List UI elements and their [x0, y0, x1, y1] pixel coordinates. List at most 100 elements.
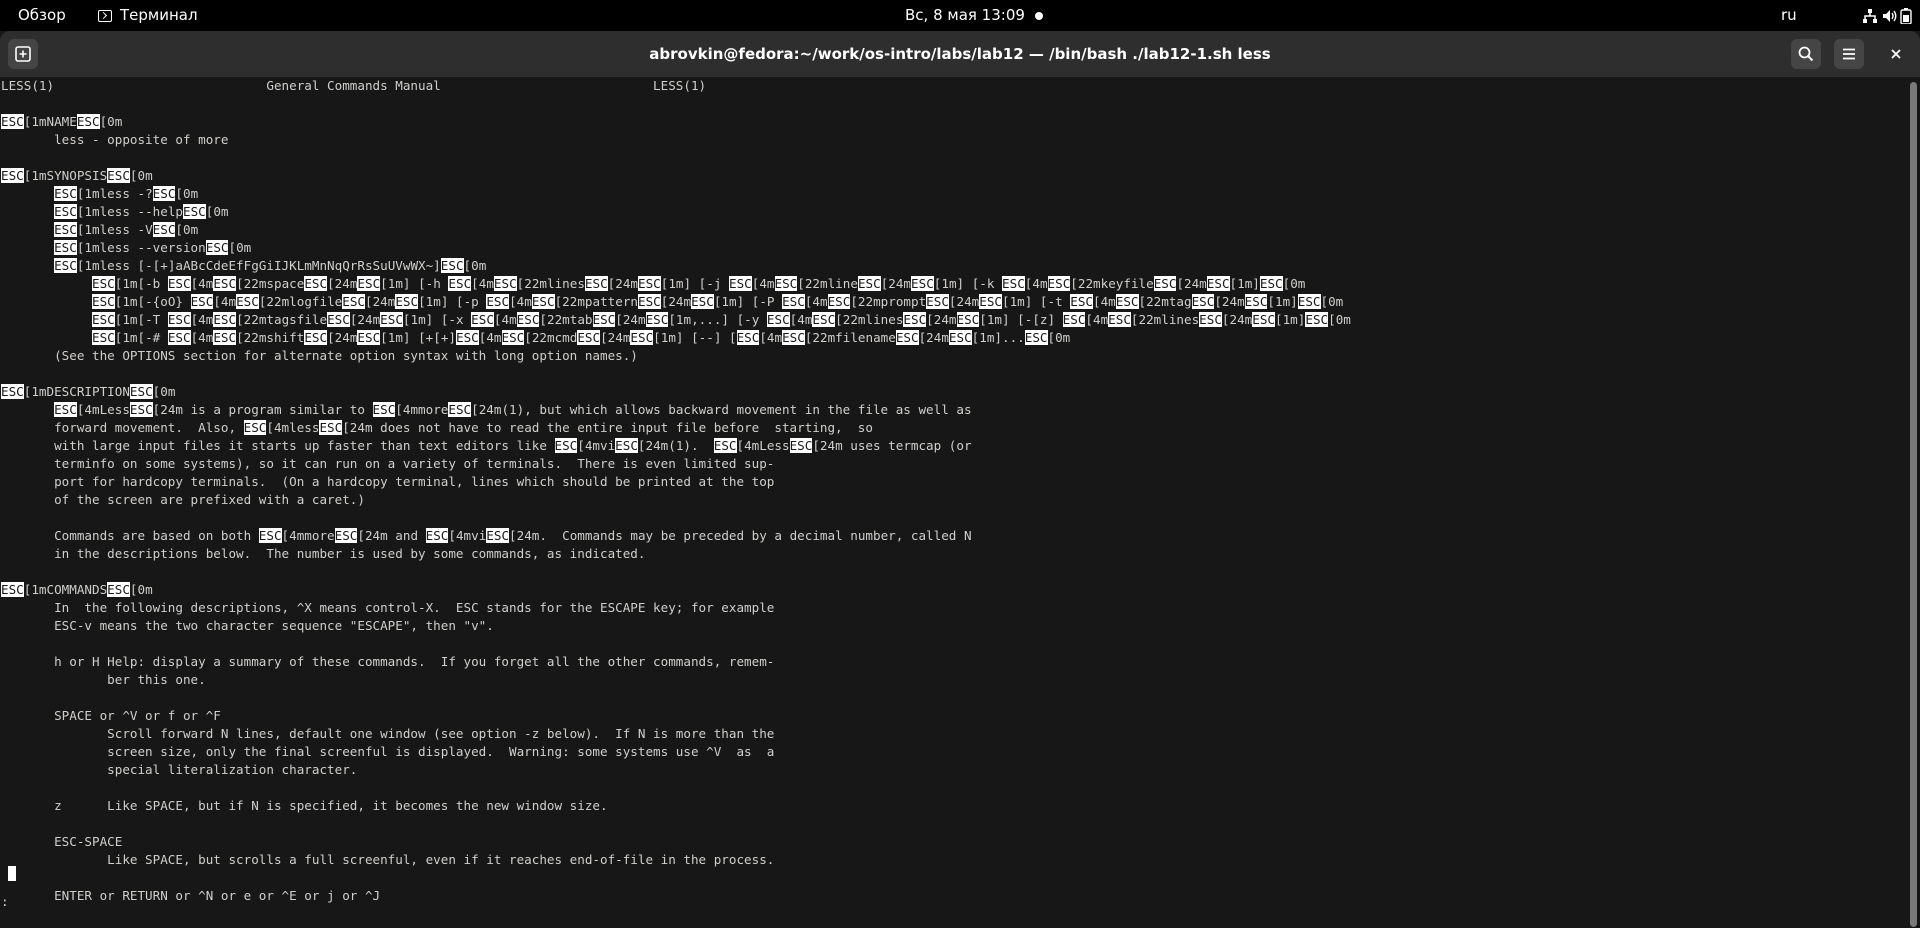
- escape-char-marker: ESC: [691, 294, 714, 309]
- terminal-line: ESC-v means the two character sequence "…: [1, 618, 494, 633]
- escape-char-marker: ESC: [895, 330, 919, 345]
- main-menu-button[interactable]: [1834, 39, 1864, 69]
- terminal-line: Like SPACE, but scrolls a full screenful…: [1, 852, 775, 867]
- escape-char-marker: ESC: [213, 330, 237, 345]
- escape-char-marker: ESC: [903, 312, 927, 327]
- keyboard-layout-indicator[interactable]: ru: [1781, 0, 1797, 31]
- app-menu-label: Терминал: [120, 6, 198, 24]
- escape-char-marker: ESC: [956, 312, 980, 327]
- escape-char-marker: ESC: [486, 528, 510, 543]
- escape-char-marker: ESC: [630, 330, 654, 345]
- terminal-line: z Like SPACE, but if N is specified, it …: [1, 798, 608, 813]
- terminal-line: screen size, only the final screenful is…: [1, 744, 775, 759]
- escape-char-marker: ESC: [54, 240, 77, 255]
- escape-char-marker: ESC: [584, 276, 608, 291]
- escape-char-marker: ESC: [857, 276, 881, 291]
- terminal-view[interactable]: LESS(1) General Commands Manual LESS(1) E…: [0, 77, 1908, 928]
- clock[interactable]: Вс, 8 мая 13:09: [905, 0, 1025, 31]
- escape-char-marker: ESC: [327, 312, 350, 327]
- escape-char-marker: ESC: [152, 186, 176, 201]
- escape-char-marker: ESC: [334, 528, 358, 543]
- escape-char-marker: ESC: [1, 114, 24, 129]
- escape-char-marker: ESC: [1047, 276, 1071, 291]
- escape-char-marker: ESC: [54, 204, 77, 219]
- escape-char-marker: ESC: [107, 168, 130, 183]
- escape-char-marker: ESC: [304, 330, 328, 345]
- escape-char-marker: ESC: [372, 402, 396, 417]
- terminal-line: ENTER or RETURN or ^N or e or ^E or j or…: [1, 888, 381, 903]
- escape-char-marker: ESC: [129, 402, 153, 417]
- escape-char-marker: ESC: [213, 312, 237, 327]
- terminal-line: ESC[1mDESCRIPTIONESC[0m: [1, 384, 176, 399]
- escape-char-marker: ESC: [92, 330, 115, 345]
- terminal-line: h or H Help: display a summary of these …: [1, 654, 775, 669]
- terminal-line: ESC[1m[-T ESC[4mESC[22mtagsfileESC[24mES…: [92, 312, 1351, 327]
- escape-char-marker: ESC: [213, 276, 237, 291]
- new-tab-button[interactable]: [8, 39, 38, 69]
- escape-char-marker: ESC: [92, 294, 115, 309]
- activities-button[interactable]: Обзор: [18, 0, 66, 31]
- escape-char-marker: ESC: [789, 438, 813, 453]
- terminal-scrollbar[interactable]: [1910, 82, 1917, 927]
- escape-char-marker: ESC: [54, 258, 77, 273]
- terminal-line: LESS(1) General Commands Manual LESS(1): [1, 78, 707, 93]
- search-icon: [1798, 46, 1814, 62]
- terminal-line: less - opposite of more: [1, 132, 229, 147]
- escape-char-marker: ESC: [911, 276, 934, 291]
- close-window-button[interactable]: [1881, 39, 1911, 69]
- escape-char-marker: ESC: [205, 240, 229, 255]
- escape-char-marker: ESC: [107, 582, 130, 597]
- terminal-line: ESC[1mless -?ESC[0m: [54, 186, 199, 201]
- terminal-line: ESC[1mless [-[+]aABcCdeEfFgGiIJKLmMnNqQr…: [54, 258, 487, 273]
- escape-char-marker: ESC: [774, 276, 798, 291]
- close-icon: [1891, 49, 1901, 59]
- terminal-line: special literalization character.: [1, 762, 358, 777]
- terminal-line: ESC-SPACE: [1, 834, 123, 849]
- escape-char-marker: ESC: [304, 276, 328, 291]
- terminal-line: terminfo on some systems), so it can run…: [1, 456, 775, 471]
- escape-char-marker: ESC: [342, 294, 365, 309]
- escape-char-marker: ESC: [243, 420, 267, 435]
- escape-char-marker: ESC: [1070, 294, 1093, 309]
- window-title: abrovkin@fedora:~/work/os-intro/labs/lab…: [649, 45, 1271, 63]
- escape-char-marker: ESC: [486, 294, 510, 309]
- volume-icon: [1883, 10, 1897, 22]
- notification-dot-icon: [1035, 12, 1043, 20]
- escape-char-marker: ESC: [76, 114, 100, 129]
- terminal-icon: [98, 10, 112, 22]
- escape-char-marker: ESC: [425, 528, 449, 543]
- escape-char-marker: ESC: [554, 438, 578, 453]
- escape-char-marker: ESC: [531, 294, 555, 309]
- escape-char-marker: ESC: [782, 294, 805, 309]
- escape-char-marker: ESC: [92, 276, 115, 291]
- escape-char-marker: ESC: [456, 330, 479, 345]
- escape-char-marker: ESC: [54, 186, 77, 201]
- terminal-line: ESC[1m[-# ESC[4mESC[22mshiftESC[24mESC[1…: [92, 330, 1071, 345]
- network-icon: [1863, 9, 1877, 23]
- search-button[interactable]: [1791, 39, 1821, 69]
- escape-char-marker: ESC: [182, 204, 206, 219]
- escape-char-marker: ESC: [92, 312, 115, 327]
- terminal-line: SPACE or ^V or f or ^F: [1, 708, 221, 723]
- escape-char-marker: ESC: [236, 294, 259, 309]
- escape-char-marker: ESC: [645, 312, 669, 327]
- app-menu-button[interactable]: Терминал: [98, 0, 198, 31]
- escape-char-marker: ESC: [167, 312, 191, 327]
- escape-char-marker: ESC: [167, 330, 191, 345]
- terminal-window: abrovkin@fedora:~/work/os-intro/labs/lab…: [0, 31, 1920, 928]
- escape-char-marker: ESC: [258, 528, 282, 543]
- battery-icon: [1900, 8, 1912, 24]
- terminal-line: ESC[1m[-{oO} ESC[4mESC[22mlogfileESC[24m…: [92, 294, 1344, 309]
- escape-char-marker: ESC: [713, 438, 737, 453]
- escape-char-marker: ESC: [1252, 312, 1276, 327]
- escape-char-marker: ESC: [516, 312, 540, 327]
- escape-char-marker: ESC: [948, 330, 972, 345]
- terminal-line: ESC[1mSYNOPSISESC[0m: [1, 168, 153, 183]
- escape-char-marker: ESC: [395, 294, 419, 309]
- escape-char-marker: ESC: [1108, 312, 1131, 327]
- escape-char-marker: ESC: [1153, 276, 1177, 291]
- escape-char-marker: ESC: [812, 312, 836, 327]
- escape-char-marker: ESC: [319, 420, 343, 435]
- window-header-bar[interactable]: abrovkin@fedora:~/work/os-intro/labs/lab…: [0, 31, 1920, 77]
- terminal-line: in the descriptions below. The number is…: [1, 546, 646, 561]
